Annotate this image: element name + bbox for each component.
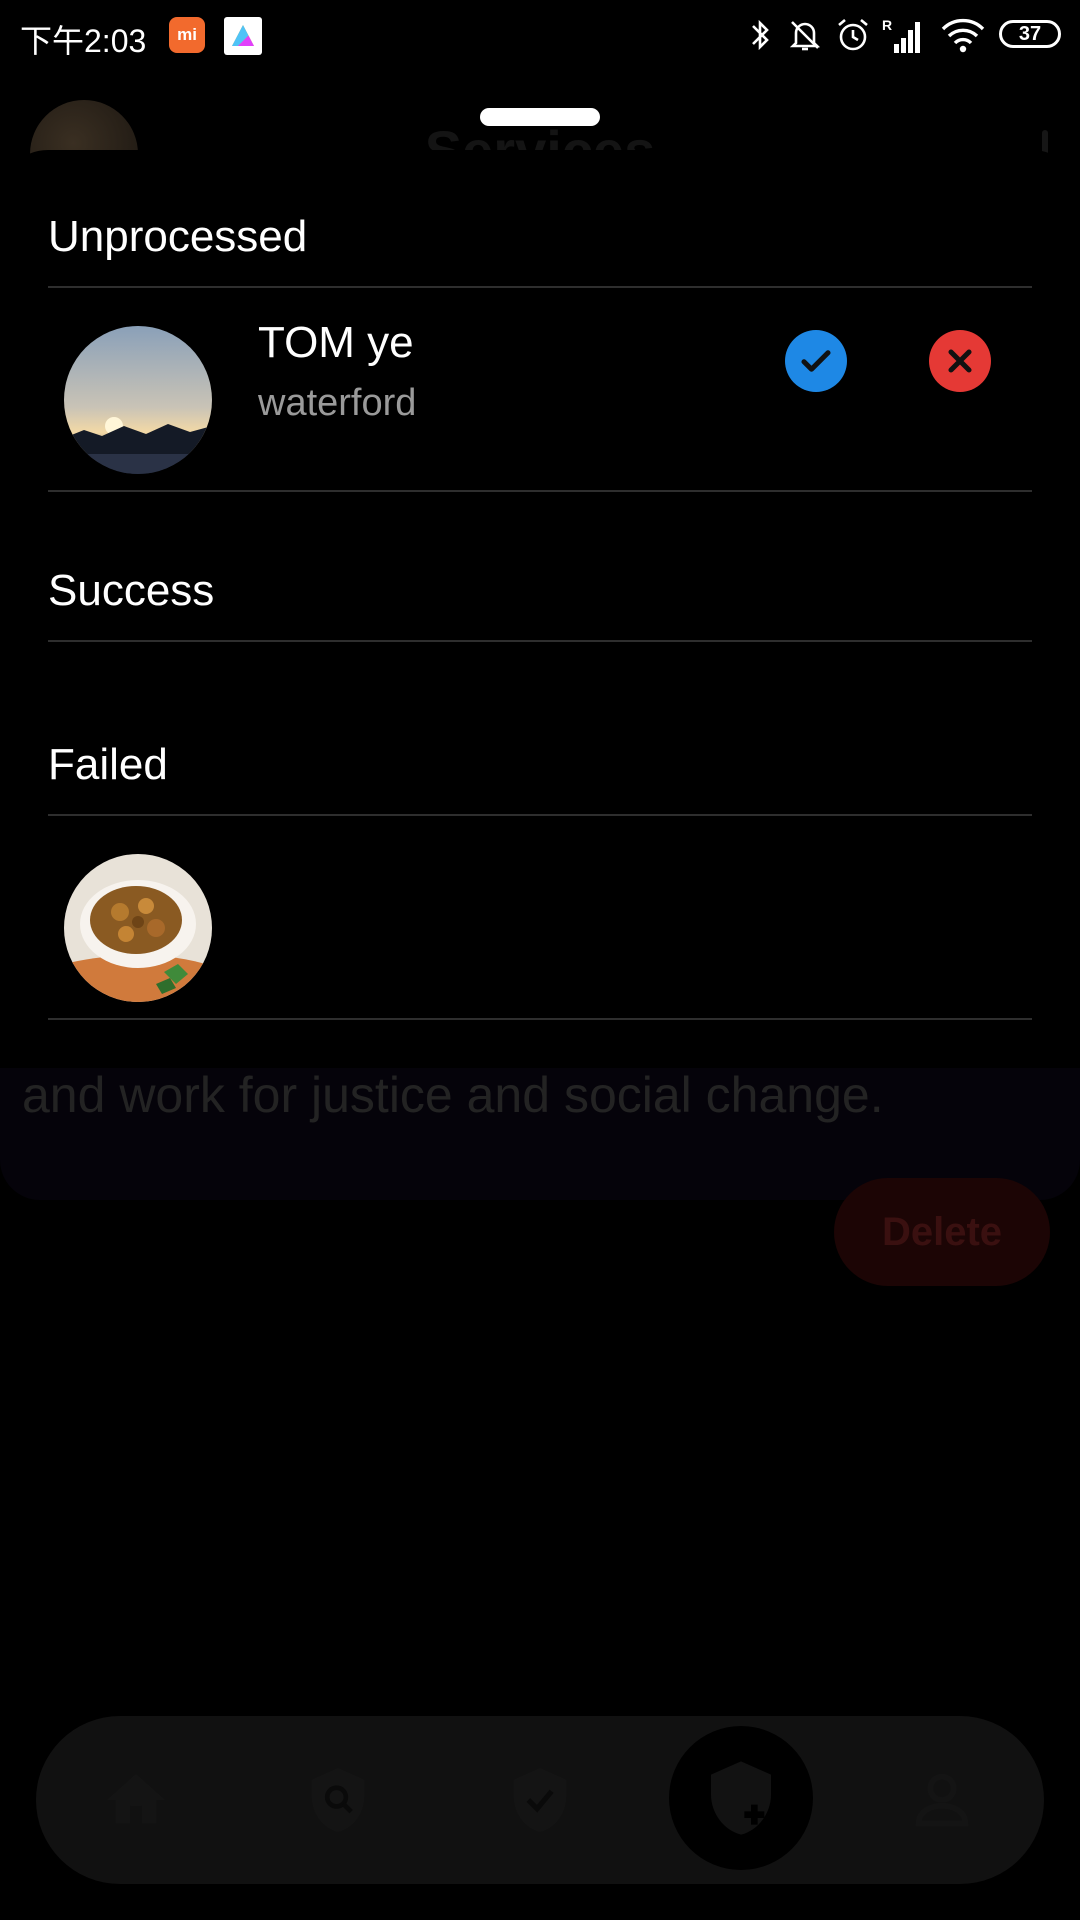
status-bar: 下午2:03 mi R 37 — [0, 0, 1080, 72]
wifi-icon — [940, 16, 986, 54]
section-success-header: Success — [48, 566, 1032, 642]
user-avatar[interactable] — [64, 326, 212, 474]
background-card-text: and work for justice and social change. — [22, 1067, 884, 1123]
close-icon — [948, 349, 972, 373]
unprocessed-request-row: TOM ye waterford — [48, 288, 1032, 492]
bottom-navigation — [36, 1716, 1044, 1884]
svg-text:R: R — [882, 17, 892, 33]
failed-request-row — [48, 816, 1032, 1020]
reject-button[interactable] — [929, 330, 991, 392]
user-location: waterford — [258, 382, 417, 424]
shield-check-icon — [505, 1765, 575, 1835]
requests-bottom-sheet: Unprocessed TOM ye waterford Success Fai… — [0, 150, 1080, 1068]
sheet-drag-handle[interactable] — [480, 108, 600, 126]
person-icon — [907, 1765, 977, 1835]
screen: Services and work for justice and social… — [0, 0, 1080, 1920]
user-name: TOM ye — [258, 318, 414, 367]
app-icon — [224, 17, 262, 55]
failed-user-avatar[interactable] — [64, 854, 212, 1002]
bluetooth-icon — [746, 16, 774, 54]
background-delete-button: Delete — [834, 1178, 1050, 1286]
battery-icon: 37 — [999, 20, 1061, 48]
accept-button[interactable] — [785, 330, 847, 392]
home-icon — [101, 1765, 171, 1835]
check-icon — [801, 350, 831, 372]
section-unprocessed-header: Unprocessed — [48, 212, 1032, 288]
signal-icon: R — [882, 16, 926, 56]
mi-app-icon: mi — [169, 17, 205, 53]
shield-add-icon — [669, 1726, 813, 1870]
alarm-icon — [834, 16, 872, 54]
section-failed-header: Failed — [48, 740, 1032, 816]
bell-off-icon — [786, 16, 824, 54]
shield-search-icon — [303, 1765, 373, 1835]
status-time: 下午2:03 — [20, 23, 147, 59]
